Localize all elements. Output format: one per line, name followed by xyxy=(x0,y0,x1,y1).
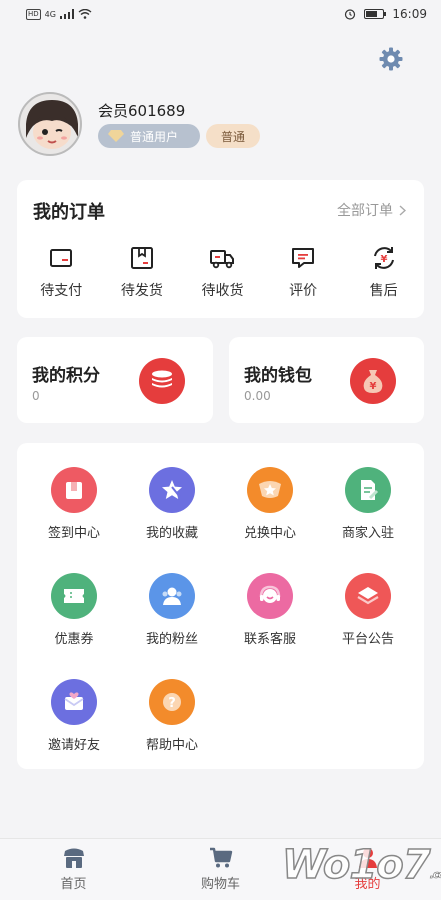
wallet-value: 0.00 xyxy=(244,389,271,403)
service-fans[interactable]: 我的粉丝 xyxy=(123,573,221,647)
service-merchant-join[interactable]: 商家入驻 xyxy=(319,467,417,541)
refund-icon: ¥ xyxy=(373,247,394,269)
service-help-center[interactable]: ? 帮助中心 xyxy=(123,679,221,753)
watermark-suffix: .com xyxy=(429,868,441,882)
service-announcements[interactable]: 平台公告 xyxy=(319,573,417,647)
services-card: 签到中心 我的收藏 兑换中心 商家入驻 优惠券 我的粉丝 联系客服 平台公告 邀… xyxy=(17,443,424,769)
chevron-right-icon xyxy=(399,204,406,216)
orders-card: 我的订单 全部订单 待支付 待发货 待收货 评价 ¥ 售后 xyxy=(17,180,424,318)
battery-icon xyxy=(364,9,387,19)
status-right: 16:09 xyxy=(344,7,427,21)
service-label: 我的粉丝 xyxy=(145,632,198,647)
headset-icon xyxy=(247,573,293,619)
service-label: 联系客服 xyxy=(243,632,296,647)
service-label: 优惠券 xyxy=(54,632,94,647)
points-card[interactable]: 我的积分 0 xyxy=(17,337,213,423)
alarm-icon xyxy=(345,9,356,20)
points-title: 我的积分 xyxy=(32,366,100,386)
home-icon xyxy=(63,848,84,868)
order-review[interactable]: 评价 xyxy=(263,244,344,300)
service-label: 邀请好友 xyxy=(47,738,100,753)
wallet-title: 我的钱包 xyxy=(244,366,312,386)
order-pending-receipt[interactable]: 待收货 xyxy=(182,244,263,300)
gear-icon[interactable] xyxy=(378,46,404,72)
truck-icon xyxy=(210,250,235,269)
avatar[interactable] xyxy=(18,92,82,156)
orders-title: 我的订单 xyxy=(33,202,105,223)
cart-icon xyxy=(209,847,232,868)
order-status-row: 待支付 待发货 待收货 评价 ¥ 售后 xyxy=(17,244,424,300)
ticket-icon xyxy=(51,573,97,619)
box-icon xyxy=(130,247,153,269)
order-after-sales[interactable]: ¥ 售后 xyxy=(343,244,424,300)
service-favorites[interactable]: 我的收藏 xyxy=(123,467,221,541)
username: 会员601689 xyxy=(98,102,186,120)
order-pending-shipment[interactable]: 待发货 xyxy=(102,244,183,300)
invite-mail-icon xyxy=(51,679,97,725)
service-label: 兑换中心 xyxy=(243,526,296,541)
network-indicator: 4G xyxy=(44,9,56,19)
coin-stack-icon xyxy=(139,358,185,404)
tab-label: 首页 xyxy=(60,877,87,892)
avatar-face-icon xyxy=(26,100,78,149)
order-item-label: 评价 xyxy=(289,283,318,299)
hd-indicator: HD xyxy=(26,8,41,20)
wallet-card[interactable]: 我的钱包 0.00 ¥ xyxy=(229,337,424,423)
money-bag-icon: ¥ xyxy=(350,358,396,404)
tab-cart[interactable]: 购物车 xyxy=(147,839,294,900)
service-label: 平台公告 xyxy=(341,632,394,647)
tab-home[interactable]: 首页 xyxy=(0,839,147,900)
clock-time: 16:09 xyxy=(392,7,427,21)
document-icon xyxy=(345,467,391,513)
points-value: 0 xyxy=(32,389,40,403)
people-icon xyxy=(149,573,195,619)
status-left: HD 4G xyxy=(26,8,92,20)
all-orders-link[interactable]: 全部订单 xyxy=(337,200,406,220)
layers-icon xyxy=(345,573,391,619)
member-tag: 普通 xyxy=(206,124,260,148)
comment-icon xyxy=(292,248,315,268)
svg-text:¥: ¥ xyxy=(370,381,377,392)
svg-text:¥: ¥ xyxy=(380,254,387,265)
order-item-label: 待收货 xyxy=(201,283,244,299)
service-label: 签到中心 xyxy=(47,526,100,541)
all-orders-label: 全部订单 xyxy=(337,203,393,219)
status-bar: HD 4G 16:09 xyxy=(0,0,441,28)
order-item-label: 待支付 xyxy=(40,283,83,299)
service-check-in[interactable]: 签到中心 xyxy=(25,467,123,541)
service-label: 帮助中心 xyxy=(145,738,198,753)
service-customer-support[interactable]: 联系客服 xyxy=(221,573,319,647)
service-invite-friends[interactable]: 邀请好友 xyxy=(25,679,123,753)
profile-header: 会员601689 普通用户 普通 xyxy=(18,92,318,158)
watermark-logo: Wo1o7.com xyxy=(281,841,441,889)
diamond-icon xyxy=(108,130,124,142)
gift-star-icon xyxy=(247,467,293,513)
order-item-label: 售后 xyxy=(369,283,398,299)
svg-text:?: ? xyxy=(168,696,176,711)
services-grid: 签到中心 我的收藏 兑换中心 商家入驻 优惠券 我的粉丝 联系客服 平台公告 邀… xyxy=(17,467,424,753)
signal-icon xyxy=(59,9,74,19)
calendar-icon xyxy=(51,467,97,513)
order-pending-payment[interactable]: 待支付 xyxy=(21,244,102,300)
tab-label: 购物车 xyxy=(200,877,240,892)
service-label: 我的收藏 xyxy=(145,526,198,541)
service-coupons[interactable]: 优惠券 xyxy=(25,573,123,647)
order-item-label: 待发货 xyxy=(120,283,163,299)
member-level-label: 普通用户 xyxy=(130,129,179,144)
star-icon xyxy=(149,467,195,513)
member-level-badge: 普通用户 xyxy=(98,124,200,148)
service-label: 商家入驻 xyxy=(341,526,394,541)
watermark-text: Wo1o7 xyxy=(281,841,431,889)
question-icon: ? xyxy=(149,679,195,725)
service-exchange[interactable]: 兑换中心 xyxy=(221,467,319,541)
wifi-icon xyxy=(78,9,92,19)
wallet-card-icon xyxy=(50,249,73,267)
